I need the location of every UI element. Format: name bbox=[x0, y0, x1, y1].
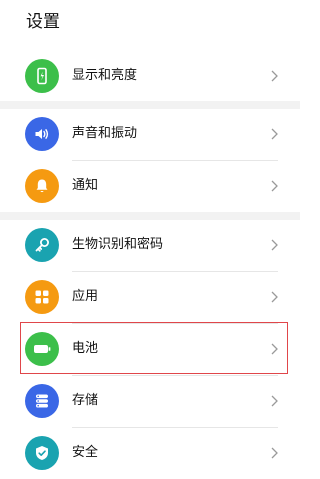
settings-item-sound[interactable]: 声音和振动 bbox=[0, 108, 300, 160]
settings-item-storage[interactable]: 存储 bbox=[0, 375, 300, 427]
settings-item-label: 通知 bbox=[72, 178, 99, 193]
settings-item-label: 存储 bbox=[72, 393, 99, 408]
speaker-icon bbox=[25, 117, 59, 151]
key-icon bbox=[25, 228, 59, 262]
settings-item-security[interactable]: 安全 bbox=[0, 427, 300, 479]
chevron-right-icon bbox=[271, 128, 278, 140]
battery-icon bbox=[25, 332, 59, 366]
settings-item-battery[interactable]: 电池 bbox=[0, 323, 300, 375]
storage-icon bbox=[25, 384, 59, 418]
settings-item-label: 电池 bbox=[72, 341, 99, 356]
display-icon bbox=[25, 59, 59, 93]
settings-item-label: 安全 bbox=[72, 445, 99, 460]
chevron-right-icon bbox=[271, 70, 278, 82]
settings-item-notifications[interactable]: 通知 bbox=[0, 160, 300, 212]
settings-item-biometrics[interactable]: 生物识别和密码 bbox=[0, 219, 300, 271]
apps-grid-icon bbox=[25, 280, 59, 314]
settings-item-display[interactable]: 显示和亮度 bbox=[0, 50, 300, 102]
chevron-right-icon bbox=[271, 239, 278, 251]
chevron-right-icon bbox=[271, 395, 278, 407]
chevron-right-icon bbox=[271, 291, 278, 303]
settings-item-label: 生物识别和密码 bbox=[72, 237, 164, 252]
chevron-right-icon bbox=[271, 180, 278, 192]
shield-check-icon bbox=[25, 436, 59, 470]
settings-item-label: 声音和振动 bbox=[72, 126, 138, 141]
settings-item-label: 应用 bbox=[72, 289, 99, 304]
page-title: 设置 bbox=[26, 12, 60, 32]
chevron-right-icon bbox=[271, 343, 278, 355]
chevron-right-icon bbox=[271, 447, 278, 459]
settings-item-label: 显示和亮度 bbox=[72, 68, 138, 83]
bell-icon bbox=[25, 169, 59, 203]
settings-item-apps[interactable]: 应用 bbox=[0, 271, 300, 323]
